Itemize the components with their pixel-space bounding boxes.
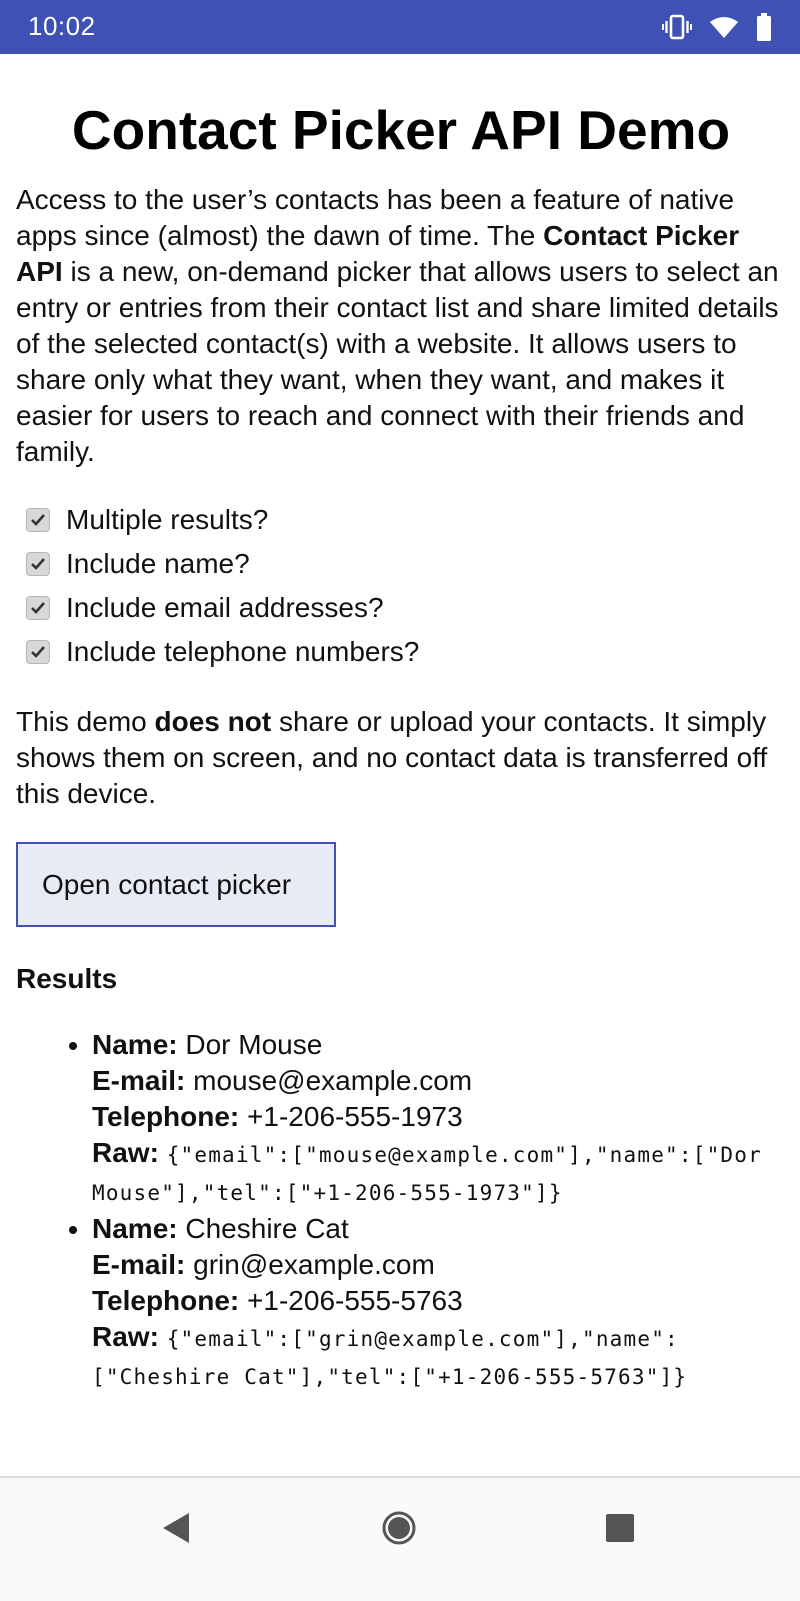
result-raw: {"email":["mouse@example.com"],"name":["… — [92, 1143, 762, 1205]
vibrate-icon — [662, 14, 692, 40]
back-icon — [159, 1511, 193, 1550]
result-raw-line: Raw: {"email":["grin@example.com"],"name… — [92, 1319, 786, 1395]
status-bar: 10:02 — [0, 0, 800, 54]
result-name: Dor Mouse — [185, 1029, 323, 1060]
back-button[interactable] — [148, 1502, 204, 1558]
result-email: mouse@example.com — [193, 1065, 473, 1096]
disclaimer-paragraph: This demo does not share or upload your … — [16, 704, 786, 812]
option-multiple-results[interactable]: Multiple results? — [16, 498, 786, 542]
raw-label: Raw: — [92, 1321, 159, 1352]
recents-icon — [604, 1512, 636, 1549]
result-name: Cheshire Cat — [185, 1213, 349, 1244]
open-contact-picker-button[interactable]: Open contact picker — [16, 842, 336, 927]
results-heading: Results — [16, 963, 118, 994]
disclaimer-emphasis: does not — [154, 706, 272, 737]
wifi-icon — [710, 16, 738, 38]
battery-icon — [756, 13, 772, 41]
result-name-line: Name: Cheshire Cat — [92, 1211, 786, 1247]
name-label: Name: — [92, 1213, 178, 1244]
result-name-line: Name: Dor Mouse — [92, 1027, 786, 1063]
status-icons — [662, 13, 772, 41]
result-raw-line: Raw: {"email":["mouse@example.com"],"nam… — [92, 1135, 786, 1211]
option-include-name[interactable]: Include name? — [16, 542, 786, 586]
result-email-line: E-mail: mouse@example.com — [92, 1063, 786, 1099]
email-label: E-mail: — [92, 1065, 186, 1096]
tel-label: Telephone: — [92, 1285, 240, 1316]
home-icon — [381, 1510, 417, 1551]
status-time: 10:02 — [28, 11, 96, 41]
email-label: E-mail: — [92, 1249, 186, 1280]
checkbox-multiple-results[interactable] — [26, 508, 50, 532]
disclaimer-text-start: This demo — [16, 706, 155, 737]
option-label: Multiple results? — [66, 504, 269, 535]
intro-paragraph: Access to the user’s contacts has been a… — [16, 182, 786, 470]
checkbox-include-telephone[interactable] — [26, 640, 50, 664]
result-email: grin@example.com — [193, 1249, 435, 1280]
navigation-bar — [0, 1476, 800, 1601]
option-include-telephone[interactable]: Include telephone numbers? — [16, 630, 786, 674]
result-tel: +1-206-555-5763 — [247, 1285, 463, 1316]
checkbox-include-email[interactable] — [26, 596, 50, 620]
list-item: Name: Dor Mouse E-mail: mouse@example.co… — [92, 1027, 786, 1211]
option-include-email[interactable]: Include email addresses? — [16, 586, 786, 630]
options-list: Multiple results? Include name? Include … — [16, 498, 786, 674]
result-tel: +1-206-555-1973 — [247, 1101, 463, 1132]
result-tel-line: Telephone: +1-206-555-1973 — [92, 1099, 786, 1135]
result-tel-line: Telephone: +1-206-555-5763 — [92, 1283, 786, 1319]
option-label: Include email addresses? — [66, 592, 384, 623]
option-label: Include name? — [66, 548, 250, 579]
result-email-line: E-mail: grin@example.com — [92, 1247, 786, 1283]
result-raw: {"email":["grin@example.com"],"name":["C… — [92, 1327, 688, 1389]
name-label: Name: — [92, 1029, 178, 1060]
home-button[interactable] — [371, 1502, 427, 1558]
intro-text-end: is a new, on-demand picker that allows u… — [16, 256, 779, 467]
page-title: Contact Picker API Demo — [71, 99, 731, 161]
results-list: Name: Dor Mouse E-mail: mouse@example.co… — [16, 1027, 786, 1395]
list-item: Name: Cheshire Cat E-mail: grin@example.… — [92, 1211, 786, 1395]
recents-button[interactable] — [592, 1502, 648, 1558]
main-content: Contact Picker API Demo Access to the us… — [16, 54, 786, 1395]
option-label: Include telephone numbers? — [66, 636, 420, 667]
tel-label: Telephone: — [92, 1101, 240, 1132]
raw-label: Raw: — [92, 1137, 159, 1168]
checkbox-include-name[interactable] — [26, 552, 50, 576]
